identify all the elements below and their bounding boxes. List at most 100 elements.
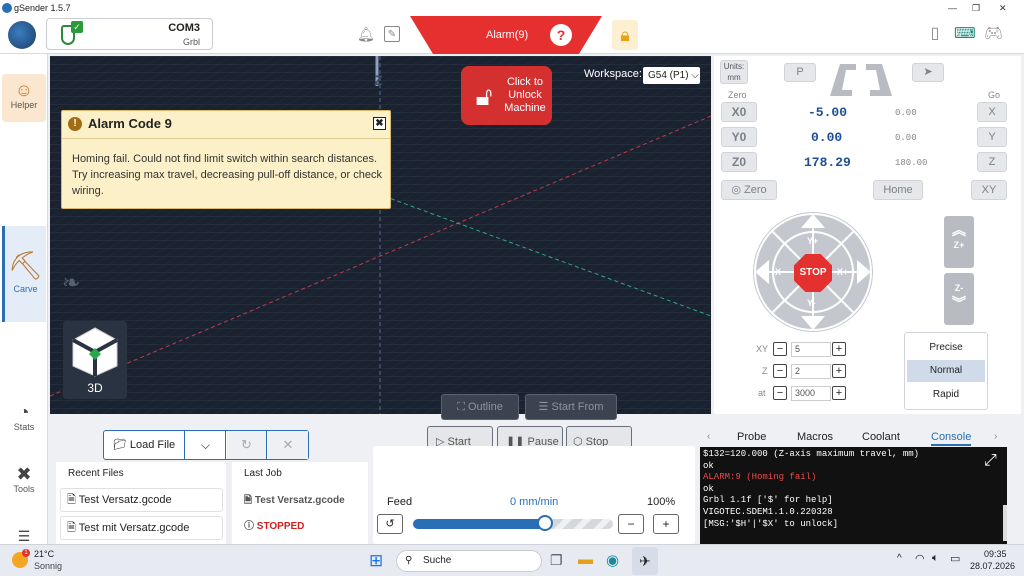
unlock-machine-button[interactable]: 🔓︎ Click to Unlock Machine — [461, 66, 552, 125]
z-step-input[interactable]: 2 — [791, 364, 831, 379]
taskbar-date: 28.07.2026 — [970, 561, 1016, 571]
feed-minus-button[interactable]: − — [773, 386, 787, 400]
feed-slider-handle[interactable] — [537, 515, 553, 531]
sidebar-item-more[interactable]: ☰ — [2, 526, 46, 546]
zero-z-button[interactable]: Z0 — [721, 152, 757, 172]
feather-icon[interactable]: ❧ — [62, 270, 80, 296]
feed-input[interactable]: 3000 — [791, 386, 831, 401]
speaker-icon[interactable]: 🔈︎ — [932, 552, 939, 565]
feed-slider-track[interactable] — [413, 515, 613, 531]
z-step-plus-button[interactable]: + — [832, 364, 846, 378]
battery-icon[interactable]: ▭ — [950, 552, 960, 565]
bell-icon[interactable]: 🔔︎ — [357, 26, 375, 42]
reload-icon[interactable]: ↻ — [227, 431, 267, 459]
connection-widget[interactable]: ✓ COM3 Grbl — [46, 18, 213, 50]
edge-icon[interactable]: ◉ — [606, 551, 619, 569]
chevron-down-icon[interactable]: ⌵ — [186, 431, 226, 459]
file-explorer-icon[interactable]: ▬ — [578, 551, 593, 568]
workspace-label: Workspace: — [584, 68, 642, 80]
tab-probe[interactable]: Probe — [737, 431, 766, 443]
list-item[interactable]: 🗎︎ Test mit Versatz.gcode — [60, 516, 223, 540]
feed-decrease-button[interactable]: − — [618, 514, 644, 534]
file-icon: 🗎︎ — [244, 495, 253, 506]
tray-chevron-icon[interactable]: ^ — [897, 553, 902, 564]
console-output[interactable]: $132=120.000 (Z-axis maximum travel, mm)… — [700, 447, 1007, 544]
start-from-button[interactable]: ☰ Start From — [525, 394, 617, 420]
bracket-icon[interactable] — [826, 62, 896, 98]
recent-files-title: Recent Files — [68, 468, 124, 479]
outline-icon: ⛶ — [457, 401, 465, 413]
jog-z-minus-button[interactable]: Z- ︾ — [944, 273, 974, 325]
xy-step-input[interactable]: 5 — [791, 342, 831, 357]
alarm-dialog-close-button[interactable]: ✖ — [373, 117, 386, 130]
zero-y-button[interactable]: Y0 — [721, 127, 757, 147]
zero-x-button[interactable]: X0 — [721, 102, 757, 122]
zero-all-button[interactable]: ◎ Zero — [721, 180, 777, 200]
wifi-icon[interactable]: ◠ — [915, 552, 925, 565]
jog-y-minus-label[interactable]: Y- — [807, 298, 816, 308]
close-file-icon[interactable]: ✕ — [268, 431, 308, 459]
home-button[interactable]: Home — [873, 180, 923, 200]
send-icon[interactable]: ➤ — [912, 63, 944, 82]
speed-rapid[interactable]: Rapid — [907, 384, 985, 406]
speed-precise[interactable]: Precise — [907, 337, 985, 359]
sidebar-item-tools[interactable]: ✖ Tools — [2, 464, 46, 494]
go-z-button[interactable]: Z — [977, 152, 1007, 172]
alarm-help-button[interactable]: ? — [550, 24, 572, 46]
expand-icon[interactable]: ⤢ — [984, 452, 997, 470]
load-file-label: Load File — [129, 439, 176, 451]
outline-button[interactable]: ⛶ Outline — [441, 394, 519, 420]
chevron-down-icon: ⌵ — [691, 70, 699, 81]
feed-increase-button[interactable]: + — [653, 514, 679, 534]
console-scrollbar[interactable] — [1003, 505, 1007, 541]
z-step-minus-button[interactable]: − — [773, 364, 787, 378]
jog-z-plus-button[interactable]: ︽ Z+ — [944, 216, 974, 268]
tool-icon[interactable]: ✎ — [384, 26, 400, 42]
go-y-button[interactable]: Y — [977, 127, 1007, 147]
jog-y-plus-label[interactable]: Y+ — [807, 236, 818, 246]
minimize-button[interactable]: — — [948, 0, 957, 16]
tab-console[interactable]: Console — [931, 431, 972, 446]
go-x-button[interactable]: X — [977, 102, 1007, 122]
view-cube-3d[interactable]: 3D — [63, 321, 127, 399]
probe-p-button[interactable]: P — [784, 63, 816, 82]
taskbar-search[interactable]: ⚲ Suche — [396, 550, 542, 572]
keyboard-icon[interactable]: ⌨ — [954, 26, 976, 42]
tabs-prev-icon[interactable]: ‹ — [707, 431, 710, 442]
gauge-icon: ◔ — [18, 402, 30, 422]
speed-normal[interactable]: Normal — [907, 360, 985, 382]
gamepad-icon[interactable]: 🎮︎ — [984, 26, 1003, 42]
feed-slider-fill — [413, 519, 545, 529]
sidebar-item-helper[interactable]: ☺ Helper — [2, 74, 46, 122]
workspace-select[interactable]: G54 (P1) ⌵ — [643, 67, 700, 84]
task-view-icon[interactable]: ❐ — [550, 552, 563, 569]
load-file-button[interactable]: 📁︎ Load File — [104, 431, 185, 459]
jog-x-plus-label[interactable]: X+ — [837, 267, 848, 277]
list-item[interactable]: 🗎︎ Test Versatz.gcode — [60, 488, 223, 512]
sidebar-item-carve[interactable]: ⛏ Carve — [2, 226, 46, 322]
taskbar-time[interactable]: 09:35 — [984, 549, 1007, 559]
jog-stop-button[interactable]: STOP — [794, 254, 832, 292]
close-window-button[interactable]: ✕ — [999, 0, 1007, 16]
units-toggle[interactable]: Units: mm — [720, 60, 748, 84]
tab-coolant[interactable]: Coolant — [862, 431, 900, 443]
go-xy-button[interactable]: XY — [971, 180, 1007, 200]
xy-step-plus-button[interactable]: + — [832, 342, 846, 356]
xy-step-minus-button[interactable]: − — [773, 342, 787, 356]
tabs-next-icon[interactable]: › — [994, 431, 997, 442]
feed-plus-button[interactable]: + — [832, 386, 846, 400]
jog-speed-selector: Precise Normal Rapid — [904, 332, 988, 410]
maximize-button[interactable]: ❐ — [972, 0, 980, 16]
jog-x-minus-label[interactable]: X- — [775, 267, 784, 277]
alarm-banner[interactable]: Alarm(9) ? — [410, 16, 602, 54]
tab-macros[interactable]: Macros — [797, 431, 833, 443]
xy-step-label: XY — [756, 344, 769, 354]
windows-start-icon[interactable]: ⊞ — [369, 552, 387, 570]
taskbar-search-label: Suche — [423, 555, 452, 566]
phone-icon[interactable]: ▯ — [927, 26, 943, 42]
gsender-taskbar-icon[interactable]: ✈ — [632, 547, 658, 575]
lock-icon[interactable]: 🔒︎ — [612, 20, 638, 50]
weather-temp[interactable]: 21°C — [34, 549, 54, 559]
reset-feed-icon[interactable]: ↺ — [377, 514, 403, 534]
sidebar-item-stats[interactable]: ◔ Stats — [2, 402, 46, 432]
